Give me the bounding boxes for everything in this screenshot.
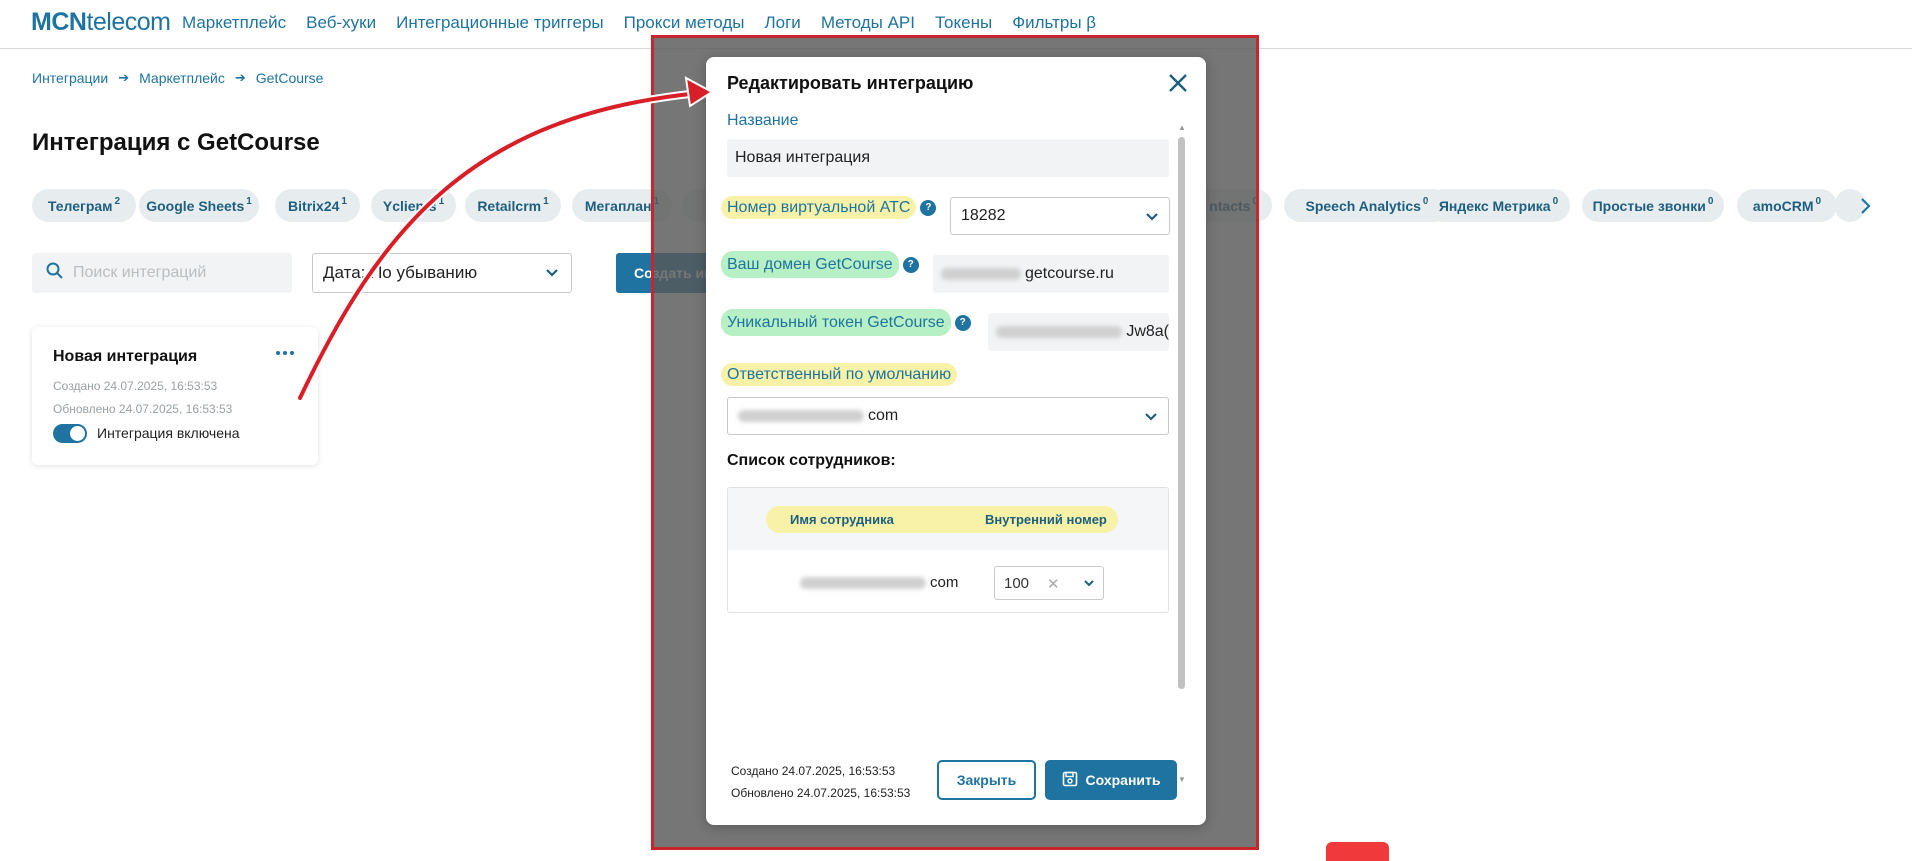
token-label: Уникальный токен GetCourse? bbox=[721, 309, 971, 336]
name-field[interactable]: Новая интеграция bbox=[727, 139, 1169, 177]
nav-links: Маркетплейс Веб-хуки Интеграционные триг… bbox=[182, 13, 1096, 33]
table-header: Имя сотрудника Внутренний номер bbox=[728, 488, 1168, 550]
redacted-text bbox=[996, 326, 1123, 338]
breadcrumb: Интеграции ➔ Маркетплейс ➔ GetCourse bbox=[32, 70, 323, 86]
chevron-right-icon[interactable] bbox=[1860, 197, 1872, 221]
nav-link-marketplace[interactable]: Маркетплейс bbox=[182, 13, 286, 33]
arrow-right-icon: ➔ bbox=[234, 70, 246, 85]
modal-created: Создано 24.07.2025, 16:53:53 bbox=[731, 764, 896, 778]
sort-select-value: Дата: По убыванию bbox=[323, 263, 478, 282]
edit-integration-dialog: Редактировать интеграцию Название Новая … bbox=[706, 57, 1206, 825]
integration-card[interactable]: Новая интеграция Создано 24.07.2025, 16:… bbox=[32, 327, 318, 465]
toggle-label: Интеграция включена bbox=[97, 425, 240, 441]
domain-field[interactable]: getcourse.ru bbox=[933, 255, 1169, 293]
table-row: com bbox=[800, 574, 958, 591]
extension-select[interactable]: 100 ✕ bbox=[994, 566, 1104, 600]
nav-link-tokens[interactable]: Токены bbox=[935, 13, 992, 33]
chevron-down-icon bbox=[1145, 208, 1159, 231]
help-icon[interactable]: ? bbox=[902, 256, 919, 273]
logo[interactable]: MCNtelecom bbox=[31, 8, 171, 37]
scrollbar-thumb[interactable] bbox=[1178, 137, 1185, 689]
nav-link-logs[interactable]: Логи bbox=[765, 13, 801, 33]
breadcrumb-getcourse[interactable]: GetCourse bbox=[256, 70, 324, 86]
save-button[interactable]: Сохранить bbox=[1045, 760, 1177, 800]
nav-link-webhooks[interactable]: Веб-хуки bbox=[306, 13, 376, 33]
column-employee-name: Имя сотрудника bbox=[790, 512, 894, 527]
column-extension: Внутренний номер bbox=[985, 512, 1107, 527]
nav-link-api[interactable]: Методы API bbox=[821, 13, 915, 33]
chip-telegram[interactable]: Телеграм 2 bbox=[32, 189, 136, 222]
chevron-down-icon bbox=[1083, 577, 1095, 595]
modal-title: Редактировать интеграцию bbox=[727, 73, 974, 93]
responsible-label: Ответственный по умолчанию bbox=[721, 363, 958, 386]
name-label: Название bbox=[727, 112, 799, 129]
search-icon bbox=[46, 262, 63, 284]
chip-bitrix24[interactable]: Bitrix24 1 bbox=[275, 189, 360, 222]
sort-select[interactable]: Дата: По убыванию bbox=[312, 253, 572, 293]
page-title: Интеграция с GetCourse bbox=[32, 129, 320, 156]
chip-yclients[interactable]: Yclients 1 bbox=[371, 189, 456, 222]
help-icon[interactable]: ? bbox=[954, 314, 971, 331]
modal-updated: Обновлено 24.07.2025, 16:53:53 bbox=[731, 786, 911, 800]
breadcrumb-integrations[interactable]: Интеграции bbox=[32, 70, 108, 86]
employees-title: Список сотрудников: bbox=[727, 452, 896, 469]
employees-table: Имя сотрудника Внутренний номер com 100 … bbox=[727, 487, 1169, 613]
token-field[interactable]: Jw8a( bbox=[988, 313, 1169, 351]
scroll-up-icon[interactable]: ▲ bbox=[1178, 123, 1186, 132]
nav-link-proxy[interactable]: Прокси методы bbox=[624, 13, 745, 33]
chip-google-sheets[interactable]: Google Sheets 1 bbox=[139, 189, 259, 222]
close-icon[interactable] bbox=[1166, 71, 1190, 95]
domain-label: Ваш домен GetCourse? bbox=[721, 251, 919, 278]
responsible-select[interactable]: com bbox=[727, 397, 1169, 435]
search-input[interactable] bbox=[73, 264, 273, 282]
chip-simple-calls[interactable]: Простые звонки 0 bbox=[1582, 189, 1724, 222]
chip-amocrm[interactable]: amoCRM 0 bbox=[1737, 189, 1837, 222]
scroll-down-icon[interactable]: ▼ bbox=[1178, 775, 1186, 784]
ats-select[interactable]: 18282 bbox=[950, 197, 1170, 235]
nav-link-filters[interactable]: Фильтры β bbox=[1012, 13, 1096, 33]
chip-speech-analytics[interactable]: Speech Analytics 0 bbox=[1284, 189, 1450, 222]
integration-enabled-toggle[interactable] bbox=[53, 424, 87, 443]
chip-retailcrm[interactable]: Retailcrm 1 bbox=[465, 189, 561, 222]
close-button[interactable]: Закрыть bbox=[937, 760, 1036, 800]
clear-icon[interactable]: ✕ bbox=[1047, 575, 1060, 593]
card-title: Новая интеграция bbox=[53, 348, 198, 365]
card-updated: Обновлено 24.07.2025, 16:53:53 bbox=[53, 402, 233, 416]
redacted-text bbox=[800, 577, 926, 590]
chip-yandex-metrika[interactable]: Яндекс Метрика 0 bbox=[1427, 189, 1570, 222]
card-created: Создано 24.07.2025, 16:53:53 bbox=[53, 379, 218, 393]
redacted-text bbox=[941, 268, 1021, 280]
more-options-icon[interactable] bbox=[276, 351, 294, 355]
chevron-down-icon bbox=[1144, 408, 1158, 431]
ats-label: Номер виртуальной АТС? bbox=[721, 196, 937, 219]
arrow-right-icon: ➔ bbox=[118, 70, 130, 85]
chat-widget-button[interactable] bbox=[1326, 842, 1389, 861]
help-icon[interactable]: ? bbox=[920, 199, 937, 216]
search-box bbox=[32, 253, 292, 293]
chevron-down-icon bbox=[545, 263, 559, 288]
nav-link-triggers[interactable]: Интеграционные триггеры bbox=[396, 13, 604, 33]
save-icon bbox=[1062, 771, 1078, 790]
redacted-text bbox=[738, 410, 864, 422]
breadcrumb-marketplace[interactable]: Маркетплейс bbox=[139, 70, 225, 86]
modal-scrollbar[interactable]: ▲ ▼ bbox=[1174, 115, 1186, 784]
